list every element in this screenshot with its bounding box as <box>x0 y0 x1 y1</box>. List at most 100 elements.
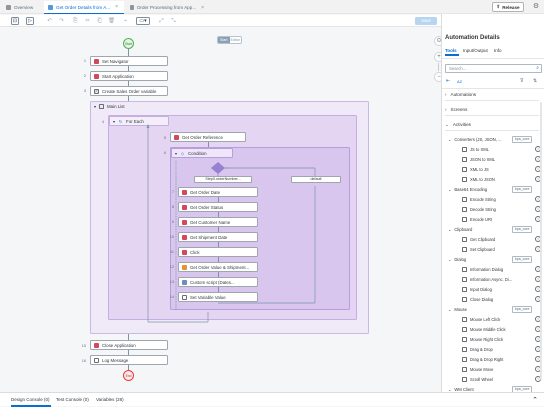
chevron-down-icon[interactable]: ▾ <box>94 104 96 109</box>
sort-icon[interactable]: ⇅ <box>533 78 537 84</box>
section-automations[interactable]: › Automations <box>445 89 539 101</box>
tab-test-console[interactable]: Test Console (0) <box>56 397 89 402</box>
tool-item[interactable]: Drag & Drop Right <box>462 354 542 364</box>
panel-scrollbar[interactable] <box>540 102 542 380</box>
tool-group[interactable]: ⌄ Mouse bpa_core <box>448 304 537 314</box>
search-icon[interactable]: ⌕ <box>536 65 539 71</box>
view-toggle[interactable]: Start Editor <box>217 36 242 44</box>
tool-label: Mouse Right Click <box>470 336 503 342</box>
delete-icon[interactable]: 🗑 <box>108 17 115 25</box>
tab-tools[interactable]: Tools <box>445 48 457 53</box>
tool-item[interactable]: XML to JSON <box>462 174 542 184</box>
filter-icon[interactable]: ⊽ <box>520 78 524 84</box>
save-button[interactable]: Save <box>415 17 437 25</box>
tab-info[interactable]: Info <box>494 48 502 53</box>
step-close-application[interactable]: Close Application <box>90 340 168 350</box>
cut-icon[interactable]: ✂ <box>84 17 91 25</box>
tab-get-order-details[interactable]: Get Order Details from A... × <box>44 1 124 14</box>
tab-variables[interactable]: Variables (28) <box>96 397 124 402</box>
tool-label: Decode String <box>470 206 496 212</box>
zoom-slider[interactable] <box>438 63 439 71</box>
step-log-message[interactable]: Log Message <box>90 355 168 365</box>
activity-icon <box>462 326 467 332</box>
step-number: 2 <box>83 74 86 78</box>
copy-icon[interactable]: ⎘ <box>72 17 79 25</box>
console-bar: Design Console (0) Test Console (0) Vari… <box>0 392 544 407</box>
tool-item[interactable]: Drag & Drop <box>462 344 542 354</box>
view-toggle-editor[interactable]: Editor <box>229 37 241 43</box>
close-icon[interactable]: × <box>201 5 204 11</box>
section-activities[interactable]: ⌄ Activities <box>445 119 539 131</box>
tool-group[interactable]: ⌄ Clipboard bpa_core <box>448 224 537 234</box>
activity-icon <box>462 206 467 212</box>
tool-label: Get Clipboard <box>470 236 496 242</box>
navigator-icon <box>94 58 99 64</box>
tool-item[interactable]: Input Dialog <box>462 284 542 294</box>
automation-icon <box>130 5 134 10</box>
activity-icon <box>462 296 467 302</box>
settings-gear-icon[interactable]: ⚙ <box>532 3 540 11</box>
variable-icon: {x} <box>94 88 99 94</box>
link-icon[interactable]: ⌁ <box>122 17 129 25</box>
step-create-sales-order-variable[interactable]: {x} Create Sales Order variable <box>90 86 168 96</box>
tool-item[interactable]: Scroll Wheel <box>462 374 542 384</box>
debug-button[interactable]: ⊡ <box>11 17 19 25</box>
tool-group[interactable]: ⌄ Base64 Encoding bpa_core <box>448 184 537 194</box>
tool-item[interactable]: Encode String <box>462 194 542 204</box>
tool-label: Scroll Wheel <box>470 376 493 382</box>
tool-item[interactable]: Set Clipboard <box>462 244 542 254</box>
package-badge: bpa_core <box>512 135 532 143</box>
undo-icon[interactable]: ↶ <box>46 17 53 25</box>
chevron-down-icon: ⌄ <box>448 226 452 232</box>
release-button[interactable]: ⇪ Release <box>492 2 524 12</box>
tool-group[interactable]: ⌄ Dialog bpa_core <box>448 254 537 264</box>
tool-label: Input Dialog <box>470 286 492 292</box>
sort-az-button[interactable]: AZ <box>457 79 462 84</box>
tool-item[interactable]: Mouse Right Click <box>462 334 542 344</box>
tool-group[interactable]: ⌄ Converters (JS, JSON, ... bpa_core <box>448 134 537 144</box>
tool-item[interactable]: Encode URI <box>462 214 542 224</box>
application-icon <box>94 342 99 348</box>
tool-item[interactable]: Information Async. Di... <box>462 274 542 284</box>
tool-item[interactable]: Close Dialog <box>462 294 542 304</box>
tool-item[interactable]: Mouse Left Click <box>462 314 542 324</box>
tab-design-console[interactable]: Design Console (0) <box>11 397 50 402</box>
paste-icon[interactable]: ⎗ <box>96 17 103 25</box>
step-number: 16 <box>81 359 86 363</box>
tab-order-processing[interactable]: Order Processing from App... × <box>126 1 208 14</box>
tool-item[interactable]: Decode String <box>462 204 542 214</box>
close-icon[interactable]: × <box>115 4 118 10</box>
activity-icon <box>462 366 467 372</box>
run-test-button[interactable]: ▷ <box>26 17 34 25</box>
tool-item[interactable]: Mouse Middle Click <box>462 324 542 334</box>
view-toggle-start[interactable]: Start <box>218 37 230 43</box>
tool-item[interactable]: Information Dialog <box>462 264 542 274</box>
package-badge: bpa_core <box>512 185 532 193</box>
activity-icon <box>462 266 467 272</box>
activity-icon <box>462 176 467 182</box>
activity-icon <box>462 246 467 252</box>
step-set-navigator[interactable]: Set Navigator <box>90 56 168 66</box>
tool-item[interactable]: JS to XML <box>462 144 542 154</box>
tab-input-output[interactable]: Input/Output <box>463 48 488 53</box>
collapse-all-icon[interactable]: ⇤ <box>446 78 450 84</box>
panel-title: Automation Details <box>445 35 500 41</box>
tool-item[interactable]: Get Clipboard <box>462 234 542 244</box>
chevron-down-icon[interactable]: ▾ <box>113 119 115 124</box>
activity-icon <box>462 216 467 222</box>
tool-label: Encode String <box>470 196 496 202</box>
redo-icon[interactable]: ↷ <box>58 17 65 25</box>
section-screens[interactable]: › Screens <box>445 104 539 116</box>
view-select[interactable]: ▭▾ <box>136 17 150 25</box>
tool-item[interactable]: JSON to XML <box>462 154 542 164</box>
chevron-up-icon[interactable]: ⌃ <box>532 396 538 404</box>
search-input[interactable]: Search... <box>445 64 542 73</box>
tool-item[interactable]: Mouse Move <box>462 364 542 374</box>
tool-label: Mouse Middle Click <box>470 326 506 332</box>
expand-icon[interactable]: ⤢ <box>158 17 165 25</box>
tab-overview[interactable]: Overview <box>2 1 42 14</box>
collapse-icon[interactable]: ⤡ <box>170 17 177 25</box>
activity-icon <box>462 196 467 202</box>
tool-item[interactable]: XML to JS <box>462 164 542 174</box>
step-start-application[interactable]: Start Application <box>90 71 168 81</box>
